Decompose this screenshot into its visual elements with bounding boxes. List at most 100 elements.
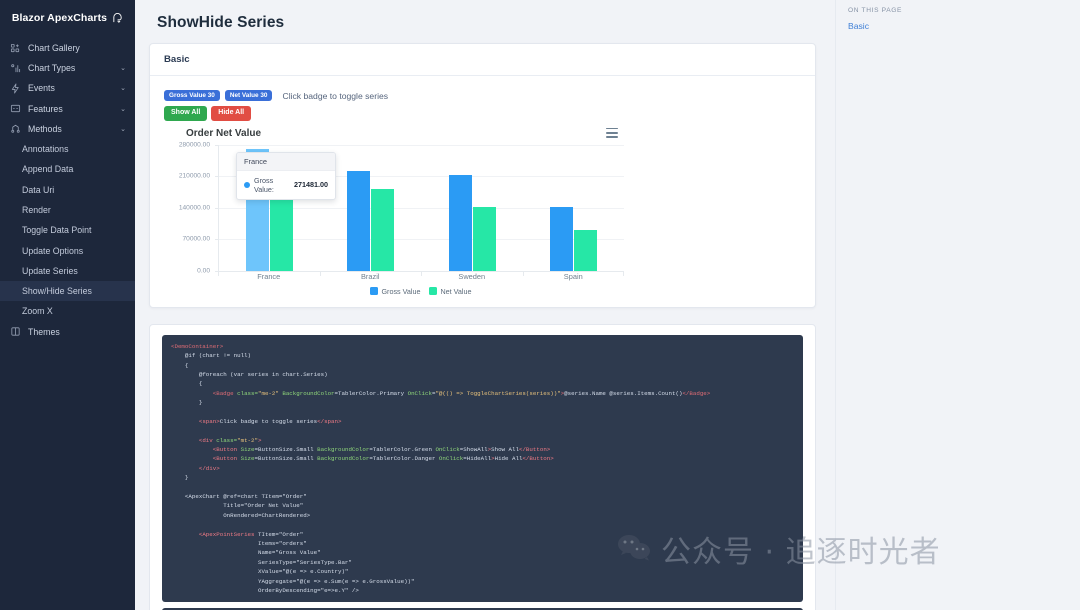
brand-label: Blazor ApexCharts [12,12,107,24]
series-badges-row: Gross Value 30 Net Value 30 Click badge … [164,90,801,101]
sidebar-sub-label: Zoom X [22,306,53,316]
sidebar-sub-label: Annotations [22,144,68,154]
bar-spain-net-value[interactable] [574,230,597,271]
bar-chart-icon [9,62,22,75]
bar-brazil-net-value[interactable] [371,189,394,271]
sidebar-sub-label: Render [22,205,51,215]
sidebar-item-features[interactable]: Features ⌄ [0,99,135,119]
x-tick-label: Brazil [320,272,422,281]
x-axis-labels: France Brazil Sweden Spain [218,272,624,281]
sidebar-item-zoom-x[interactable]: Zoom X [0,301,135,321]
bar-group-spain [523,145,624,271]
sidebar-item-show-hide-series[interactable]: Show/Hide Series [0,281,135,301]
legend-swatch-icon [370,287,378,295]
bar-sweden-net-value[interactable] [473,207,496,271]
sidebar-item-append-data[interactable]: Append Data [0,159,135,179]
x-tick-label: Spain [523,272,625,281]
y-tick-label: 140000.00 [179,204,210,211]
card-header-basic: Basic [150,44,815,76]
rail-link-basic[interactable]: Basic [848,21,1068,31]
sidebar-sub-label: Data Uri [22,185,54,195]
sidebar: Blazor ApexCharts Chart Gallery [0,0,135,610]
y-tick-label: 0.00 [197,267,210,274]
sidebar-item-update-series[interactable]: Update Series [0,261,135,281]
hamburger-menu-icon[interactable] [606,128,618,140]
tooltip-header: France [237,153,335,171]
code-text: <DemoContainer> @if (chart != null) { @f… [171,342,794,596]
sidebar-item-toggle-data-point[interactable]: Toggle Data Point [0,220,135,240]
on-this-page-rail: ON THIS PAGE Basic [835,0,1080,610]
chevron-down-icon: ⌄ [120,84,126,92]
legend-swatch-icon [429,287,437,295]
app-root: Blazor ApexCharts Chart Gallery [0,0,1080,610]
main-content: ShowHide Series Basic Gross Value 30 Net… [135,0,1080,610]
y-axis-labels: 280000.00 210000.00 140000.00 70000.00 0… [164,145,214,271]
sidebar-item-annotations[interactable]: Annotations [0,139,135,159]
chart-logo-icon [112,13,123,24]
badge-net-value[interactable]: Net Value 30 [225,90,273,101]
code-section: <DemoContainer> @if (chart != null) { @f… [149,324,816,610]
themes-icon [9,325,22,338]
x-tick-label: France [218,272,320,281]
sidebar-sub-label: Append Data [22,164,73,174]
bar-group-sweden [422,145,523,271]
chart-plot-area: 280000.00 210000.00 140000.00 70000.00 0… [164,145,624,295]
sidebar-item-label: Events [28,83,116,93]
sidebar-sub-label: Update Series [22,266,78,276]
brand[interactable]: Blazor ApexCharts [0,4,135,32]
chart-legend: Gross Value Net Value [218,287,624,296]
main-inner: ShowHide Series Basic Gross Value 30 Net… [135,0,830,610]
legend-item-gross-value[interactable]: Gross Value [370,287,420,296]
tooltip-series-dot-icon [244,182,250,188]
sidebar-item-chart-gallery[interactable]: Chart Gallery [0,38,135,58]
basic-demo-card: Basic Gross Value 30 Net Value 30 Click … [149,43,816,308]
tooltip-series-name: Gross Value: [254,176,290,194]
show-all-button[interactable]: Show All [164,106,207,120]
gallery-icon [9,42,22,55]
sidebar-item-label: Features [28,104,116,114]
sidebar-item-label: Chart Gallery [28,43,126,53]
bar-sweden-gross-value[interactable] [449,175,472,271]
chevron-down-icon: ⌄ [120,64,126,72]
sidebar-item-methods[interactable]: Methods ⌄ [0,119,135,139]
legend-label: Gross Value [381,287,420,296]
x-tick-label: Sweden [421,272,523,281]
badge-gross-value[interactable]: Gross Value 30 [164,90,220,101]
sidebar-item-data-uri[interactable]: Data Uri [0,180,135,200]
y-tick-label: 70000.00 [182,236,210,243]
action-buttons-row: Show All Hide All [164,106,801,120]
bar-brazil-gross-value[interactable] [347,171,370,271]
features-icon [9,102,22,115]
lightning-icon [9,82,22,95]
tooltip-value: 271481.00 [294,180,328,189]
tooltip-body: Gross Value: 271481.00 [237,171,335,199]
chevron-down-icon: ⌄ [120,125,126,133]
chart-container: Order Net Value 280000.00 210000.00 1400… [164,128,624,295]
sidebar-sub-label: Show/Hide Series [22,286,92,296]
card-body: Gross Value 30 Net Value 30 Click badge … [150,76,815,307]
sidebar-item-update-options[interactable]: Update Options [0,240,135,260]
sidebar-nav: Chart Gallery Chart Types ⌄ Events [0,38,135,342]
sidebar-item-events[interactable]: Events ⌄ [0,78,135,98]
legend-item-net-value[interactable]: Net Value [429,287,471,296]
y-tick-label: 280000.00 [179,141,210,148]
methods-icon [9,122,22,135]
bar-spain-gross-value[interactable] [550,207,573,271]
chevron-down-icon: ⌄ [120,105,126,113]
sidebar-item-chart-types[interactable]: Chart Types ⌄ [0,58,135,78]
toggle-hint-text: Click badge to toggle series [282,91,388,101]
code-block-razor[interactable]: <DemoContainer> @if (chart != null) { @f… [162,335,803,603]
chart-tooltip: France Gross Value: 271481.00 [236,152,336,200]
sidebar-item-themes[interactable]: Themes [0,322,135,342]
sidebar-item-label: Methods [28,124,116,134]
y-tick-label: 210000.00 [179,173,210,180]
sidebar-item-label: Chart Types [28,63,116,73]
sidebar-sub-label: Update Options [22,246,83,256]
legend-label: Net Value [440,287,471,296]
hide-all-button[interactable]: Hide All [211,106,251,120]
sidebar-sub-label: Toggle Data Point [22,225,91,235]
rail-title: ON THIS PAGE [848,7,1068,14]
sidebar-item-render[interactable]: Render [0,200,135,220]
page-title: ShowHide Series [157,14,816,32]
chart-title: Order Net Value [186,128,624,139]
